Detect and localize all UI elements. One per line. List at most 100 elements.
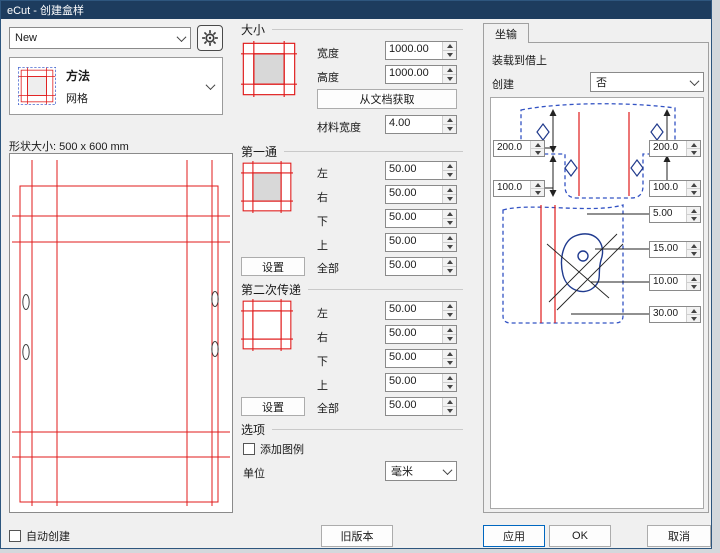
pass1-bottom-spinner[interactable]: 50.00 bbox=[385, 209, 457, 228]
spin-down-button[interactable] bbox=[531, 148, 544, 156]
pass1-top-spinner[interactable]: 50.00 bbox=[385, 233, 457, 252]
spin-value[interactable]: 50.00 bbox=[386, 326, 442, 343]
spin-down-button[interactable] bbox=[443, 266, 456, 275]
spin-up-button[interactable] bbox=[443, 398, 456, 406]
settings-button[interactable] bbox=[197, 25, 223, 51]
spin-value[interactable]: 100.0 bbox=[494, 181, 530, 196]
dim-left-bottom-spinner[interactable]: 100.0 bbox=[493, 180, 545, 197]
checkbox-box[interactable] bbox=[9, 530, 21, 542]
pass1-right-spinner[interactable]: 50.00 bbox=[385, 185, 457, 204]
spin-down-button[interactable] bbox=[687, 148, 700, 156]
spin-up-button[interactable] bbox=[443, 374, 456, 382]
spin-down-button[interactable] bbox=[443, 310, 456, 319]
spin-up-button[interactable] bbox=[443, 302, 456, 310]
spin-down-button[interactable] bbox=[687, 282, 700, 290]
spin-down-button[interactable] bbox=[443, 406, 456, 415]
spin-up-button[interactable] bbox=[687, 275, 700, 282]
spin-up-button[interactable] bbox=[687, 307, 700, 314]
spin-value[interactable]: 50.00 bbox=[386, 398, 442, 415]
create-combo[interactable]: 否 bbox=[590, 72, 704, 92]
spin-up-button[interactable] bbox=[531, 141, 544, 148]
pass1-set-button[interactable]: 设置 bbox=[241, 257, 305, 276]
spin-up-button[interactable] bbox=[531, 181, 544, 188]
spin-up-button[interactable] bbox=[687, 181, 700, 188]
spin-value[interactable]: 50.00 bbox=[386, 162, 442, 179]
unit-combo[interactable]: 毫米 bbox=[385, 461, 457, 481]
pass1-all-spinner[interactable]: 50.00 bbox=[385, 257, 457, 276]
spin-down-button[interactable] bbox=[687, 188, 700, 196]
spin-up-button[interactable] bbox=[443, 66, 456, 74]
spin-down-button[interactable] bbox=[443, 218, 456, 227]
spin-value[interactable]: 100.0 bbox=[650, 181, 686, 196]
spin-value[interactable]: 4.00 bbox=[386, 116, 442, 133]
width-spinner[interactable]: 1000.00 bbox=[385, 41, 457, 60]
spin-up-button[interactable] bbox=[687, 207, 700, 214]
spin-up-button[interactable] bbox=[443, 350, 456, 358]
ok-button[interactable]: OK bbox=[549, 525, 611, 547]
dim-offset2-spinner[interactable]: 15.00 bbox=[649, 241, 701, 258]
spin-value[interactable]: 50.00 bbox=[386, 350, 442, 367]
spin-up-button[interactable] bbox=[443, 210, 456, 218]
spin-value[interactable]: 50.00 bbox=[386, 374, 442, 391]
spin-down-button[interactable] bbox=[443, 194, 456, 203]
spin-value[interactable]: 50.00 bbox=[386, 302, 442, 319]
pass2-bottom-spinner[interactable]: 50.00 bbox=[385, 349, 457, 368]
spin-down-button[interactable] bbox=[531, 188, 544, 196]
spin-up-button[interactable] bbox=[443, 186, 456, 194]
from-document-button[interactable]: 从文档获取 bbox=[317, 89, 457, 109]
spin-value[interactable]: 1000.00 bbox=[386, 66, 442, 83]
spin-down-button[interactable] bbox=[443, 358, 456, 367]
material-width-spinner[interactable]: 4.00 bbox=[385, 115, 457, 134]
dim-right-bottom-spinner[interactable]: 100.0 bbox=[649, 180, 701, 197]
add-legend-checkbox[interactable]: 添加图例 bbox=[243, 441, 304, 457]
spin-value[interactable]: 50.00 bbox=[386, 186, 442, 203]
spin-up-button[interactable] bbox=[443, 326, 456, 334]
pass2-set-button[interactable]: 设置 bbox=[241, 397, 305, 416]
spin-up-button[interactable] bbox=[687, 242, 700, 249]
pass2-left-spinner[interactable]: 50.00 bbox=[385, 301, 457, 320]
spin-up-button[interactable] bbox=[443, 162, 456, 170]
preset-combo[interactable]: New bbox=[9, 27, 191, 49]
pass2-top-spinner[interactable]: 50.00 bbox=[385, 373, 457, 392]
apply-button[interactable]: 应用 bbox=[483, 525, 545, 547]
spin-down-button[interactable] bbox=[443, 74, 456, 83]
method-combo[interactable]: 方法 网格 bbox=[9, 57, 223, 115]
spin-value[interactable]: 200.0 bbox=[650, 141, 686, 156]
spin-down-button[interactable] bbox=[443, 334, 456, 343]
spin-down-button[interactable] bbox=[687, 249, 700, 257]
spin-value[interactable]: 50.00 bbox=[386, 210, 442, 227]
dim-offset3-spinner[interactable]: 10.00 bbox=[649, 274, 701, 291]
pass2-right-spinner[interactable]: 50.00 bbox=[385, 325, 457, 344]
spin-value[interactable]: 1000.00 bbox=[386, 42, 442, 59]
spin-down-button[interactable] bbox=[687, 214, 700, 222]
spin-up-button[interactable] bbox=[443, 42, 456, 50]
auto-create-checkbox[interactable]: 自动创建 bbox=[9, 528, 70, 544]
spin-value[interactable]: 200.0 bbox=[494, 141, 530, 156]
dim-offset1-spinner[interactable]: 5.00 bbox=[649, 206, 701, 223]
height-spinner[interactable]: 1000.00 bbox=[385, 65, 457, 84]
spin-down-button[interactable] bbox=[443, 124, 456, 133]
dim-offset4-spinner[interactable]: 30.00 bbox=[649, 306, 701, 323]
spin-down-button[interactable] bbox=[443, 242, 456, 251]
dim-right-top-spinner[interactable]: 200.0 bbox=[649, 140, 701, 157]
spin-up-button[interactable] bbox=[443, 258, 456, 266]
spin-value[interactable]: 50.00 bbox=[386, 234, 442, 251]
spin-value[interactable]: 50.00 bbox=[386, 258, 442, 275]
old-version-button[interactable]: 旧版本 bbox=[321, 525, 393, 547]
pass1-left-spinner[interactable]: 50.00 bbox=[385, 161, 457, 180]
dim-left-top-spinner[interactable]: 200.0 bbox=[493, 140, 545, 157]
spin-down-button[interactable] bbox=[443, 170, 456, 179]
spin-value[interactable]: 5.00 bbox=[650, 207, 686, 222]
spin-up-button[interactable] bbox=[687, 141, 700, 148]
spin-down-button[interactable] bbox=[687, 314, 700, 322]
spin-value[interactable]: 15.00 bbox=[650, 242, 686, 257]
spin-value[interactable]: 10.00 bbox=[650, 275, 686, 290]
spin-up-button[interactable] bbox=[443, 234, 456, 242]
pass2-all-spinner[interactable]: 50.00 bbox=[385, 397, 457, 416]
spin-down-button[interactable] bbox=[443, 50, 456, 59]
checkbox-box[interactable] bbox=[243, 443, 255, 455]
spin-up-button[interactable] bbox=[443, 116, 456, 124]
cancel-button[interactable]: 取消 bbox=[647, 525, 711, 547]
spin-value[interactable]: 30.00 bbox=[650, 307, 686, 322]
spin-down-button[interactable] bbox=[443, 382, 456, 391]
